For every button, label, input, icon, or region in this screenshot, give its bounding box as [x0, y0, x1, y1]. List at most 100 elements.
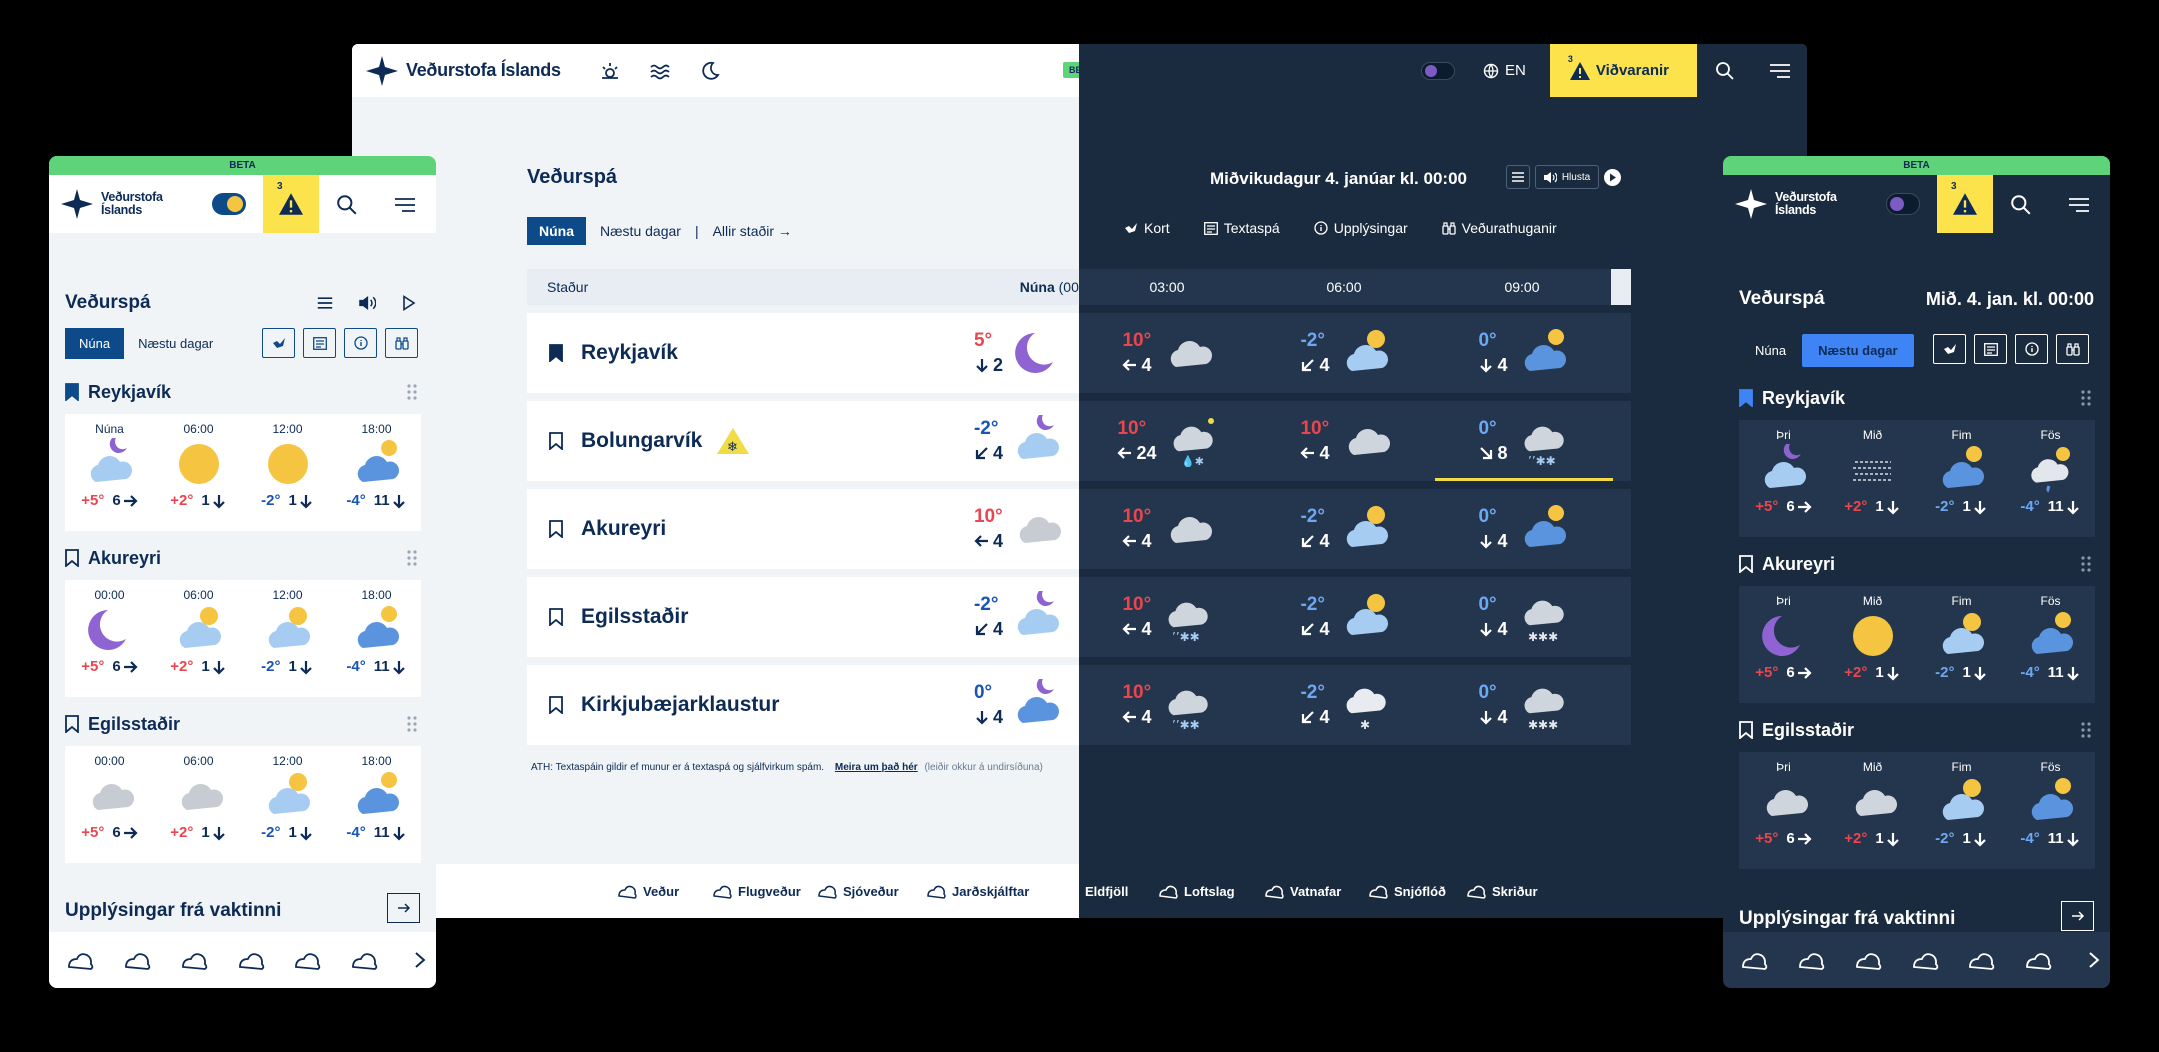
forecast-column[interactable]: Þri +5° 6 — [1742, 428, 1826, 537]
forecast-column[interactable]: 00:00 +5° 6 — [68, 588, 152, 697]
speaker-icon[interactable] — [359, 296, 376, 310]
seismic-icon[interactable] — [236, 947, 266, 973]
forecast-cell[interactable]: 10° 24 💧✱ — [1079, 401, 1257, 481]
forecast-column[interactable]: Fös -4° 11 — [2009, 594, 2093, 703]
forecast-column[interactable]: Þri +5° 6 — [1742, 760, 1826, 869]
cloud-outline-icon[interactable] — [1739, 947, 1769, 973]
observations-button[interactable] — [385, 328, 418, 358]
note-link[interactable]: Meira um það hér — [835, 762, 918, 773]
forecast-cell[interactable]: -2° 4 — [1257, 577, 1435, 657]
search-icon[interactable] — [2010, 194, 2032, 216]
bottom-nav-item[interactable]: Flugveður — [712, 864, 801, 918]
bookmark-toggle[interactable] — [65, 549, 79, 567]
forecast-column[interactable]: Fös -4° 11 — [2009, 428, 2093, 537]
bookmark-toggle[interactable] — [549, 520, 563, 538]
menu-icon[interactable] — [2067, 197, 2091, 213]
table-row[interactable]: Akureyri 10° 4 10° 4 -2° 4 0° 4 — [527, 489, 1631, 569]
globe-icon[interactable] — [349, 947, 379, 973]
forecast-column[interactable]: Mið +2° 1 — [1831, 760, 1915, 869]
bottom-nav-item[interactable]: Eldfjöll — [1059, 864, 1128, 918]
warnings-button[interactable]: 3 Viðvaranir — [1549, 44, 1697, 97]
text-forecast-button[interactable] — [303, 328, 336, 358]
theme-toggle[interactable] — [212, 193, 246, 215]
nav-map[interactable]: Kort — [1124, 220, 1170, 236]
forecast-column[interactable]: Núna +5° 6 — [68, 422, 152, 531]
forecast-cell[interactable]: 0° 4 ✱✱✱ — [1435, 577, 1613, 657]
list-icon[interactable] — [317, 297, 333, 309]
place-name[interactable]: Egilsstaðir — [581, 605, 959, 629]
forecast-cell[interactable]: 10° 4 — [1079, 313, 1257, 393]
info-arrow-button[interactable] — [387, 893, 420, 923]
drag-handle-icon[interactable] — [407, 550, 417, 566]
table-row[interactable]: Kirkjubæjarklaustur 0° 4 10° 4 ’’✱✱ -2° … — [527, 665, 1631, 745]
bookmark-toggle[interactable] — [1739, 555, 1753, 573]
forecast-column[interactable]: 00:00 +5° 6 — [68, 754, 152, 863]
observations-button[interactable] — [2056, 334, 2089, 364]
bookmark-filled-icon[interactable] — [1739, 389, 1753, 407]
listen-button[interactable]: Hlusta — [1535, 165, 1599, 189]
theme-toggle[interactable] — [1421, 61, 1456, 80]
globe-icon[interactable] — [2023, 947, 2053, 973]
plane-icon[interactable] — [122, 947, 152, 973]
text-forecast-button[interactable] — [1974, 334, 2007, 364]
info-arrow-button[interactable] — [2061, 901, 2094, 931]
bookmark-toggle[interactable] — [549, 608, 563, 626]
bookmark-icon[interactable] — [65, 715, 79, 733]
ship-icon[interactable] — [179, 947, 209, 973]
nav-observations[interactable]: Veðurathuganir — [1442, 220, 1557, 236]
alert-snow-icon[interactable]: ❄ — [716, 427, 750, 455]
tab-now[interactable]: Núna — [1739, 335, 1802, 366]
waves-icon[interactable] — [649, 60, 671, 82]
tab-next-days[interactable]: Næstu dagar — [600, 223, 681, 239]
forecast-column[interactable]: 18:00 -4° 11 — [335, 588, 419, 697]
search-icon[interactable] — [336, 194, 358, 216]
forecast-cell[interactable]: -2° 4 — [1257, 313, 1435, 393]
drag-handle-icon[interactable] — [2081, 722, 2091, 738]
volcano-icon[interactable] — [1966, 947, 1996, 973]
bookmark-toggle[interactable] — [65, 383, 79, 401]
cloud-outline-icon[interactable] — [65, 947, 95, 973]
brand[interactable]: Veðurstofa Íslands — [61, 189, 211, 219]
forecast-column[interactable]: 18:00 -4° 11 — [335, 754, 419, 863]
tab-next-days[interactable]: Næstu dagar — [1802, 334, 1914, 367]
table-row[interactable]: Egilsstaðir -2° 4 10° 4 ’’✱✱ -2° 4 0° 4 … — [527, 577, 1631, 657]
forecast-column[interactable]: 06:00 +2° 1 — [157, 588, 241, 697]
list-view-button[interactable] — [1506, 165, 1530, 189]
table-row[interactable]: Bolungarvík ❄ -2° 4 10° 24 💧✱ 10° 4 0° 8 … — [527, 401, 1631, 481]
bottom-nav-item[interactable]: Jarðskjálftar — [926, 864, 1029, 918]
bottom-nav-item[interactable]: Vatnafar — [1264, 864, 1341, 918]
bookmark-toggle[interactable] — [549, 344, 563, 362]
forecast-cell[interactable]: 0° 4 — [1435, 489, 1613, 569]
place-name[interactable]: Bolungarvík ❄ — [581, 427, 959, 455]
sun-outline-icon[interactable] — [599, 60, 621, 82]
forecast-cell[interactable]: 10° 4 — [1079, 489, 1257, 569]
search-button[interactable] — [1697, 44, 1752, 97]
forecast-cell[interactable]: 0° 4 — [1435, 313, 1613, 393]
seismic-icon[interactable] — [1910, 947, 1940, 973]
forecast-cell[interactable]: 10° 4 ’’✱✱ — [1079, 665, 1257, 745]
forecast-column[interactable]: 12:00 -2° 1 — [246, 754, 330, 863]
forecast-column[interactable]: Þri +5° 6 — [1742, 594, 1826, 703]
brand[interactable]: Veðurstofa Íslands — [366, 55, 561, 86]
info-button[interactable] — [344, 328, 377, 358]
forecast-cell[interactable]: 10° 4 ’’✱✱ — [1079, 577, 1257, 657]
bookmark-toggle[interactable] — [1739, 721, 1753, 739]
bookmark-icon[interactable] — [1739, 555, 1753, 573]
forecast-column[interactable]: Mið +2° 1 — [1831, 428, 1915, 537]
volcano-icon[interactable] — [292, 947, 322, 973]
bottom-nav-item[interactable]: Veður — [617, 864, 679, 918]
info-button[interactable] — [2015, 334, 2048, 364]
tab-next-days[interactable]: Næstu dagar — [124, 328, 227, 359]
bookmark-toggle[interactable] — [1739, 389, 1753, 407]
warnings-button[interactable]: 3 — [263, 175, 319, 233]
brand[interactable]: Veðurstofa Íslands — [1735, 189, 1885, 219]
bottom-nav-item[interactable]: Loftslag — [1158, 864, 1235, 918]
bookmark-icon[interactable] — [549, 608, 563, 626]
nav-info[interactable]: Upplýsingar — [1314, 220, 1408, 236]
forecast-column[interactable]: Fim -2° 1 — [1920, 428, 2004, 537]
forecast-cell[interactable]: 0° 8 ’’✱✱ — [1435, 401, 1613, 481]
bookmark-icon[interactable] — [549, 696, 563, 714]
forecast-column[interactable]: 06:00 +2° 1 — [157, 422, 241, 531]
bookmark-toggle[interactable] — [65, 715, 79, 733]
drag-handle-icon[interactable] — [2081, 390, 2091, 406]
